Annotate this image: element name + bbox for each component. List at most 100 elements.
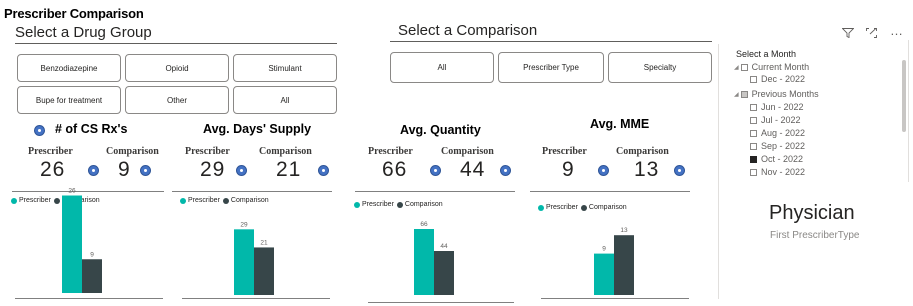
data-label-comparison: 21 [260,239,268,246]
legend-comparison-label: Comparison [588,204,627,211]
tree-item-label: Sep - 2022 [761,141,806,151]
info-icon[interactable] [88,165,99,176]
bar-prescriber[interactable] [414,229,434,295]
checkbox[interactable] [750,116,757,124]
info-icon[interactable] [140,165,151,176]
info-icon[interactable] [34,125,45,136]
comparison-all-button[interactable]: All [390,52,494,83]
legend-comparison-swatch [580,204,587,211]
info-icon[interactable] [318,165,329,176]
info-icon[interactable] [674,165,685,176]
tree-group-label: Previous Months [751,89,819,99]
legend-comparison-label: Comparison [404,201,443,208]
checkbox-partial[interactable] [740,90,748,98]
bar-prescriber[interactable] [62,195,82,294]
comparison-specialty-button[interactable]: Specialty [608,52,712,83]
filter-icon[interactable] [842,28,854,38]
bar-comparison[interactable] [434,251,454,295]
visual-header-toolbar: … [842,23,908,40]
info-icon[interactable] [236,165,247,176]
card-divider [530,191,690,192]
legend-prescriber-swatch [538,204,544,211]
tree-group-current-month[interactable]: ◢ Current Month [734,62,809,72]
checkbox[interactable] [750,168,757,176]
focus-mode-icon[interactable] [866,28,877,38]
tree-item-aug-2022[interactable]: Aug - 2022 [750,128,805,138]
drug-group-other-button[interactable]: Other [125,86,229,114]
tree-item-jun-2022[interactable]: Jun - 2022 [750,102,804,112]
tree-item-dec-2022[interactable]: Dec - 2022 [750,74,805,84]
chart-divider [182,298,330,299]
month-tree: ◢ Current Month Dec - 2022 ◢ Previous Mont… [720,62,900,176]
tree-item-jul-2022[interactable]: Jul - 2022 [750,115,801,125]
prescriber-label: Prescriber [185,146,230,157]
comparison-value: 44 [460,158,486,181]
drug-group-all-button[interactable]: All [233,86,337,114]
data-label-prescriber: 66 [420,221,428,228]
legend-prescriber-swatch [11,197,17,204]
collapse-caret-icon[interactable]: ◢ [734,91,739,98]
tree-item-sep-2022[interactable]: Sep - 2022 [750,141,805,151]
more-options-icon[interactable]: … [890,23,903,38]
comparison-label: Comparison [441,146,494,157]
comparison-value: 9 [118,158,131,181]
bar-comparison[interactable] [82,259,102,293]
card-divider [12,191,164,192]
drug-group-heading: Select a Drug Group [15,24,152,41]
bar-chart-quantity: 66 44 [414,221,454,295]
comparison-heading: Select a Comparison [398,22,538,39]
data-label-comparison: 13 [620,227,628,234]
comparison-label: Comparison [259,146,312,157]
bar-prescriber[interactable] [234,229,254,295]
legend-prescriber-label: Prescriber [546,204,578,211]
checkbox[interactable] [750,129,757,137]
bar-comparison[interactable] [254,247,274,295]
chart-legend: Prescriber Comparison [180,197,269,204]
collapse-caret-icon[interactable]: ◢ [734,64,739,71]
drug-group-benzodiazepine-button[interactable]: Benzodiazepine [17,54,121,82]
checkbox-checked[interactable] [750,155,757,163]
month-slicer: Select a Month ◢ Current Month Dec - 2022… [720,40,909,182]
bar-comparison[interactable] [614,235,634,295]
legend-prescriber-swatch [180,197,186,204]
drug-group-bupe-button[interactable]: Bupe for treatment [17,86,121,114]
comparison-divider [390,41,712,42]
checkbox[interactable] [750,103,757,111]
prescriber-value: 9 [562,158,575,181]
tree-item-oct-2022[interactable]: Oct - 2022 [750,154,803,164]
bar-chart-mme: 9 13 [594,227,634,295]
chart-legend: Prescriber Comparison [538,204,627,211]
tree-item-label: Oct - 2022 [761,154,804,164]
prescriber-value: 66 [382,158,408,181]
info-icon[interactable] [430,165,441,176]
month-slicer-scrollbar[interactable] [902,60,906,132]
tree-group-label: Current Month [751,62,810,72]
prescriber-label: Prescriber [28,146,73,157]
bar-prescriber[interactable] [594,253,614,295]
drug-group-opioid-button[interactable]: Opioid [125,54,229,82]
card-title-quantity: Avg. Quantity [400,123,481,137]
checkbox[interactable] [750,75,757,83]
checkbox[interactable] [740,63,748,71]
card-divider [172,191,332,192]
prescriber-label: Prescriber [368,146,413,157]
comparison-value: 21 [276,158,302,181]
comparison-label: Comparison [616,146,669,157]
tree-item-label: Jun - 2022 [761,102,804,112]
comparison-prescriber-type-button[interactable]: Prescriber Type [498,52,604,83]
drug-group-stimulant-button[interactable]: Stimulant [233,54,337,82]
legend-prescriber-label: Prescriber [19,197,51,204]
info-icon[interactable] [598,165,609,176]
tree-group-previous-months[interactable]: ◢ Previous Months [734,89,819,99]
data-label-comparison: 44 [440,243,448,250]
tree-item-nov-2022[interactable]: Nov - 2022 [750,167,805,176]
legend-prescriber-swatch [354,201,360,208]
tree-item-label: Dec - 2022 [761,74,806,84]
prescriber-label: Prescriber [542,146,587,157]
info-icon[interactable] [500,165,511,176]
checkbox[interactable] [750,142,757,150]
drug-group-divider [15,43,337,44]
data-label-comparison: 9 [90,251,94,258]
page-title: Prescriber Comparison [4,6,144,21]
legend-comparison-swatch [396,201,403,208]
